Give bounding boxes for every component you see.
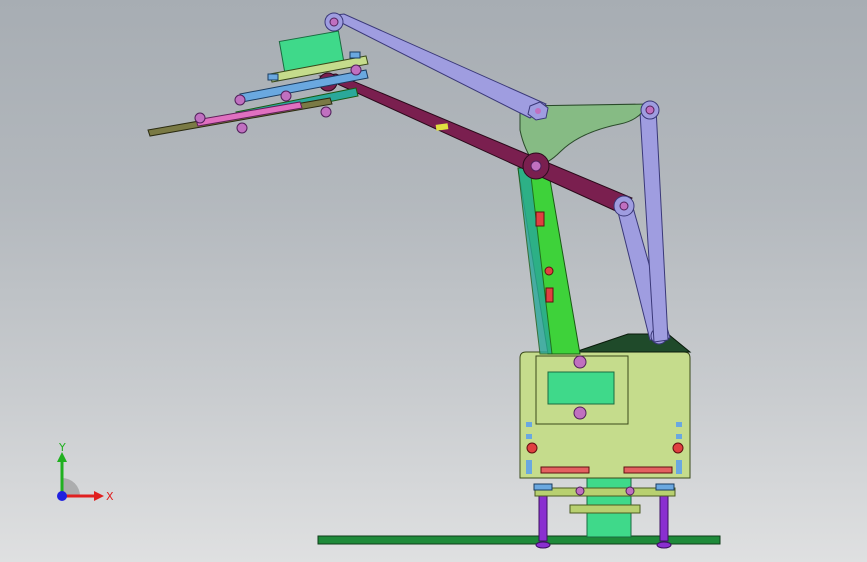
red-button-left[interactable] (526, 442, 538, 454)
left-pillar[interactable] (538, 492, 548, 542)
z-axis-dot (57, 491, 67, 501)
red-button-right[interactable] (672, 442, 684, 454)
maroon-main-arm[interactable] (318, 73, 633, 213)
robot-arm-model[interactable] (0, 0, 867, 562)
axis-triad: Y X (57, 441, 114, 503)
right-pillar[interactable] (659, 492, 669, 542)
x-axis-label: X (106, 490, 114, 503)
lcd-display (547, 371, 615, 405)
lavender-upper-link[interactable] (326, 13, 547, 119)
y-axis-label: Y (58, 441, 66, 454)
cad-viewport[interactable]: Y X (0, 0, 867, 562)
